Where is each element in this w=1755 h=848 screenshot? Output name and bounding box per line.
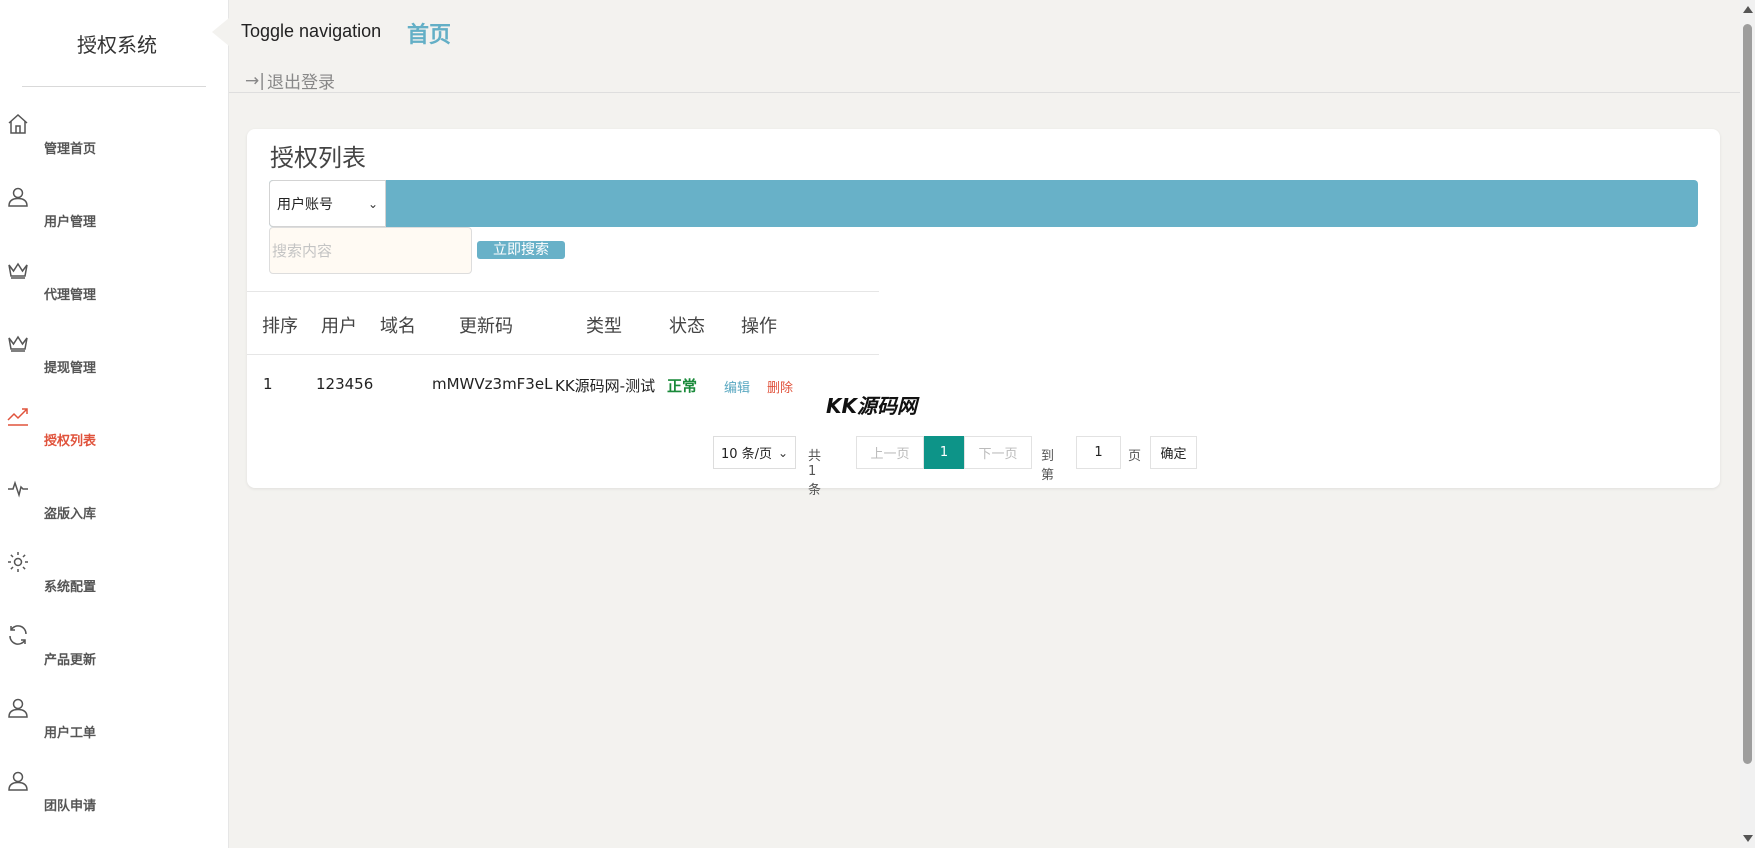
cell-user: 123456 (316, 375, 374, 393)
user-icon (6, 769, 30, 793)
sidebar-item-agents[interactable]: 代理管理 (0, 252, 229, 325)
home-icon (6, 112, 30, 136)
sidebar-item-piracy[interactable]: 盗版入库 (0, 471, 229, 544)
sidebar-item-label: 团队申请 (44, 799, 97, 814)
user-icon (6, 185, 30, 209)
scroll-up-icon[interactable] (1743, 6, 1753, 13)
sidebar-divider (22, 86, 206, 87)
sidebar-item-label: 产品更新 (44, 653, 97, 668)
sidebar-item-label: 用户工单 (44, 726, 97, 741)
sidebar-item-label: 用户管理 (44, 215, 97, 230)
column-header-status: 状态 (669, 316, 705, 337)
gear-icon (6, 550, 30, 574)
column-header-rank: 排序 (262, 316, 298, 337)
cell-rank: 1 (263, 375, 273, 393)
auth-list-card: 授权列表 用户账号 ⌄ 立即搜索 排序 用户 域名 更新码 类型 状态 操作 1… (247, 129, 1720, 498)
logout-icon: →| (245, 70, 265, 91)
edit-link[interactable]: 编辑 (724, 377, 750, 396)
chevron-down-icon: ⌄ (777, 445, 788, 460)
page-title: 授权列表 (270, 144, 366, 172)
status-badge: 正常 (667, 377, 698, 395)
goto-label: 到第 (1041, 449, 1055, 483)
goto-confirm-button[interactable]: 确定 (1150, 436, 1197, 469)
home-link[interactable]: 首页 (407, 17, 451, 49)
page-button-current[interactable]: 1 (924, 436, 964, 469)
auth-table: 排序 用户 域名 更新码 类型 状态 操作 1 123456 mMWVz3mF3… (247, 291, 879, 415)
goto-page-input[interactable] (1076, 436, 1121, 469)
per-page-value: 10 条/页 (721, 447, 773, 462)
page-unit-label: 页 (1128, 449, 1142, 464)
logout-label: 退出登录 (266, 73, 335, 93)
top-bar: Toggle navigation 首页 →| 退出登录 (229, 0, 1740, 93)
user-icon (6, 696, 30, 720)
chevron-down-icon: ⌄ (367, 196, 378, 211)
watermark: KK源码网 (826, 394, 917, 418)
delete-link[interactable]: 删除 (767, 377, 793, 396)
scroll-down-icon[interactable] (1743, 835, 1753, 842)
toggle-navigation[interactable]: Toggle navigation (241, 21, 381, 42)
scroll-thumb[interactable] (1743, 24, 1752, 764)
column-header-actions: 操作 (741, 316, 777, 337)
sidebar-item-label: 代理管理 (44, 288, 97, 303)
column-header-code: 更新码 (459, 316, 513, 337)
sidebar-item-tickets[interactable]: 用户工单 (0, 690, 229, 763)
logout-button[interactable]: →| 退出登录 (245, 68, 335, 94)
sidebar-item-label: 系统配置 (44, 580, 97, 595)
next-page-button[interactable]: 下一页 (964, 436, 1032, 469)
cell-code: mMWVz3mF3eL (432, 375, 553, 393)
search-bar: 用户账号 ⌄ (269, 180, 1698, 227)
sidebar-item-label: 授权列表 (44, 434, 97, 449)
trend-icon (6, 404, 30, 428)
column-header-user: 用户 (321, 316, 357, 337)
search-field-value: 用户账号 (277, 196, 333, 213)
pulse-icon (6, 477, 30, 501)
column-header-domain: 域名 (380, 316, 416, 337)
table-header: 排序 用户 域名 更新码 类型 状态 操作 (247, 291, 879, 355)
refresh-icon (6, 623, 30, 647)
sidebar: 授权系统 管理首页 用户管理 代理管理 提现管理 授权列表 盗版入库 系统配置 … (0, 0, 229, 848)
page-scrollbar[interactable] (1740, 0, 1755, 848)
table-row: 1 123456 mMWVz3mF3eL KK源码网-测试 正常 编辑 删除 (247, 355, 879, 415)
column-header-type: 类型 (586, 316, 622, 337)
sidebar-item-withdraw[interactable]: 提现管理 (0, 325, 229, 398)
search-button[interactable]: 立即搜索 (477, 241, 565, 259)
search-field-select[interactable]: 用户账号 ⌄ (269, 180, 386, 227)
prev-page-button[interactable]: 上一页 (856, 436, 924, 469)
sidebar-item-auth-list[interactable]: 授权列表 (0, 398, 229, 471)
cell-type: KK源码网-测试 (555, 377, 656, 395)
sidebar-item-users[interactable]: 用户管理 (0, 179, 229, 252)
sidebar-item-updates[interactable]: 产品更新 (0, 617, 229, 690)
sidebar-item-team[interactable]: 团队申请 (0, 763, 229, 836)
crown-icon (6, 331, 30, 355)
sidebar-item-label: 管理首页 (44, 142, 97, 157)
sidebar-item-label: 盗版入库 (44, 507, 97, 522)
per-page-select[interactable]: 10 条/页 ⌄ (713, 436, 796, 469)
sidebar-brand: 授权系统 (77, 32, 157, 57)
sidebar-nav: 管理首页 用户管理 代理管理 提现管理 授权列表 盗版入库 系统配置 产品更新 … (0, 106, 229, 836)
crown-icon (6, 258, 30, 282)
sidebar-pointer (212, 18, 229, 46)
search-input[interactable] (269, 227, 472, 274)
sidebar-item-settings[interactable]: 系统配置 (0, 544, 229, 617)
total-count: 共 1 条 (808, 449, 822, 498)
sidebar-item-dashboard[interactable]: 管理首页 (0, 106, 229, 179)
sidebar-item-label: 提现管理 (44, 361, 97, 376)
